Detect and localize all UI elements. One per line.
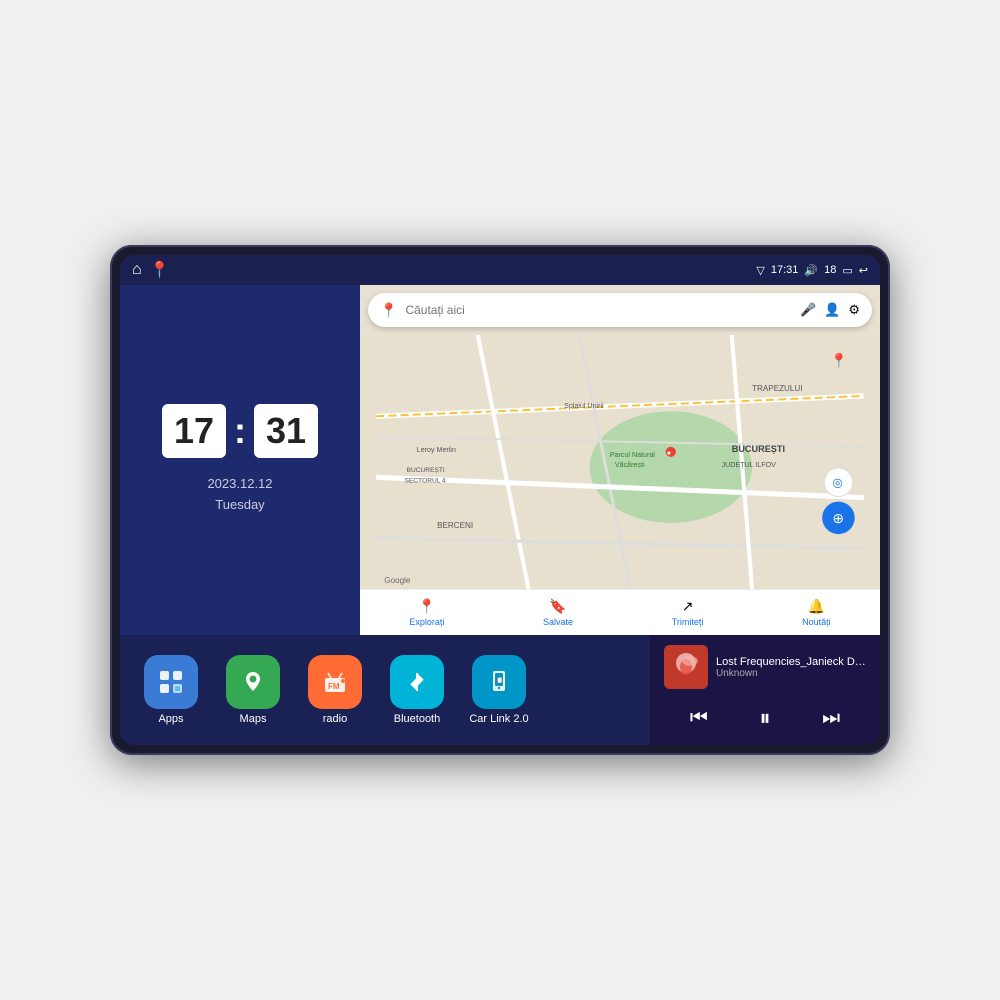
- map-bottom-bar: 📍 Explorați 🔖 Salvate ↗ Trimiteți 🔔: [360, 589, 880, 635]
- clock-colon: :: [234, 410, 246, 452]
- battery-level: 18: [824, 264, 836, 276]
- main-content: 17 : 31 2023.12.12 Tuesday 📍 🎤: [120, 285, 880, 745]
- saved-icon: 🔖: [549, 598, 566, 615]
- news-icon: 🔔: [808, 598, 825, 615]
- clock-widget: 17 : 31 2023.12.12 Tuesday: [120, 285, 360, 635]
- music-player: Lost Frequencies_Janieck Devy-... Unknow…: [650, 635, 880, 745]
- apps-label: Apps: [158, 713, 183, 725]
- app-icon-bluetooth[interactable]: Bluetooth: [382, 655, 452, 725]
- car-display-device: ⌂ 📍 ▽ 17:31 🔊 18 ▭ ↩ 17: [110, 245, 890, 755]
- prev-track-button[interactable]: ⏮: [682, 703, 716, 734]
- send-label: Trimiteți: [672, 617, 704, 627]
- car-screen: ⌂ 📍 ▽ 17:31 🔊 18 ▭ ↩ 17: [120, 255, 880, 745]
- clock-display: 17 : 31: [162, 404, 318, 458]
- next-track-button[interactable]: ⏭: [814, 703, 848, 734]
- send-icon: ↗: [682, 598, 694, 615]
- apps-icon-bg: [144, 655, 198, 709]
- svg-text:📍: 📍: [830, 352, 848, 369]
- map-area[interactable]: TRAPEZULUI BUCUREȘTI JUDEȚUL ILFOV BERCE…: [360, 335, 880, 589]
- saved-label: Salvate: [543, 617, 573, 627]
- svg-text:BERCENI: BERCENI: [437, 521, 473, 530]
- app-icon-radio[interactable]: FM radio: [300, 655, 370, 725]
- map-search-input[interactable]: [405, 303, 792, 317]
- signal-icon: ▽: [756, 264, 764, 277]
- map-saved-tab[interactable]: 🔖 Salvate: [543, 598, 573, 627]
- status-time: 17:31: [771, 264, 799, 276]
- svg-text:FM: FM: [328, 682, 340, 691]
- bluetooth-icon-bg: [390, 655, 444, 709]
- svg-text:Google: Google: [384, 576, 411, 585]
- svg-text:TRAPEZULUI: TRAPEZULUI: [752, 384, 802, 393]
- svg-text:Leroy Merlin: Leroy Merlin: [417, 446, 456, 454]
- svg-text:Splaiul Unirii: Splaiul Unirii: [564, 402, 604, 410]
- clock-date: 2023.12.12 Tuesday: [207, 474, 272, 516]
- svg-text:Văcărești: Văcărești: [615, 461, 645, 469]
- radio-icon-bg: FM: [308, 655, 362, 709]
- clock-minute: 31: [254, 404, 318, 458]
- svg-text:⊕: ⊕: [832, 511, 844, 527]
- carlink-phone-icon: 📋: [485, 668, 513, 696]
- status-right-info: ▽ 17:31 🔊 18 ▭ ↩: [756, 264, 868, 277]
- music-controls: ⏮ ⏸ ⏭: [664, 701, 866, 735]
- svg-text:SECTORUL 4: SECTORUL 4: [405, 477, 446, 484]
- maps-pin-icon: [239, 668, 267, 696]
- app-icon-carlink[interactable]: 📋 Car Link 2.0: [464, 655, 534, 725]
- volume-icon: 🔊: [804, 264, 818, 277]
- location-pin-icon[interactable]: 📍: [150, 260, 170, 280]
- music-thumbnail: [664, 645, 708, 689]
- app-icon-maps[interactable]: Maps: [218, 655, 288, 725]
- map-explore-tab[interactable]: 📍 Explorați: [409, 598, 444, 627]
- explore-label: Explorați: [409, 617, 444, 627]
- svg-text:BUCUREȘTI: BUCUREȘTI: [407, 467, 445, 474]
- battery-icon: ▭: [842, 264, 852, 277]
- status-bar: ⌂ 📍 ▽ 17:31 🔊 18 ▭ ↩: [120, 255, 880, 285]
- bottom-section: Apps Maps: [120, 635, 880, 745]
- top-section: 17 : 31 2023.12.12 Tuesday 📍 🎤: [120, 285, 880, 635]
- bluetooth-label: Bluetooth: [394, 713, 440, 725]
- radio-label: radio: [323, 713, 347, 725]
- google-maps-pin-icon: 📍: [380, 302, 397, 319]
- more-icon[interactable]: ⚙: [848, 302, 860, 318]
- svg-text:BUCUREȘTI: BUCUREȘTI: [732, 444, 785, 454]
- svg-text:●: ●: [667, 449, 671, 457]
- app-icons-bar: Apps Maps: [120, 635, 650, 745]
- carlink-icon-bg: 📋: [472, 655, 526, 709]
- music-text: Lost Frequencies_Janieck Devy-... Unknow…: [716, 656, 866, 679]
- music-title: Lost Frequencies_Janieck Devy-...: [716, 656, 866, 668]
- status-left-icons: ⌂ 📍: [132, 260, 170, 280]
- map-svg: TRAPEZULUI BUCUREȘTI JUDEȚUL ILFOV BERCE…: [360, 335, 880, 589]
- map-widget[interactable]: 📍 🎤 👤 ⚙: [360, 285, 880, 635]
- svg-text:📋: 📋: [496, 676, 503, 684]
- radio-fm-icon: FM: [321, 668, 349, 696]
- explore-icon: 📍: [418, 598, 435, 615]
- music-artist: Unknown: [716, 668, 866, 679]
- app-icon-apps[interactable]: Apps: [136, 655, 206, 725]
- news-label: Noutăți: [802, 617, 831, 627]
- clock-hour: 17: [162, 404, 226, 458]
- account-icon[interactable]: 👤: [824, 302, 840, 318]
- maps-label: Maps: [240, 713, 267, 725]
- map-news-tab[interactable]: 🔔 Noutăți: [802, 598, 831, 627]
- home-icon[interactable]: ⌂: [132, 261, 142, 279]
- map-send-tab[interactable]: ↗ Trimiteți: [672, 598, 704, 627]
- carlink-label: Car Link 2.0: [469, 713, 528, 725]
- music-info: Lost Frequencies_Janieck Devy-... Unknow…: [664, 645, 866, 689]
- album-art: [664, 645, 708, 689]
- svg-text:◎: ◎: [832, 475, 843, 489]
- voice-search-icon[interactable]: 🎤: [800, 302, 816, 318]
- apps-grid-icon: [157, 668, 185, 696]
- play-pause-button[interactable]: ⏸: [751, 701, 778, 735]
- back-icon[interactable]: ↩: [859, 264, 868, 277]
- svg-text:Parcul Natural: Parcul Natural: [610, 451, 655, 459]
- maps-icon-bg: [226, 655, 280, 709]
- bluetooth-symbol-icon: [403, 668, 431, 696]
- map-search-bar[interactable]: 📍 🎤 👤 ⚙: [368, 293, 872, 327]
- svg-text:JUDEȚUL ILFOV: JUDEȚUL ILFOV: [722, 461, 777, 469]
